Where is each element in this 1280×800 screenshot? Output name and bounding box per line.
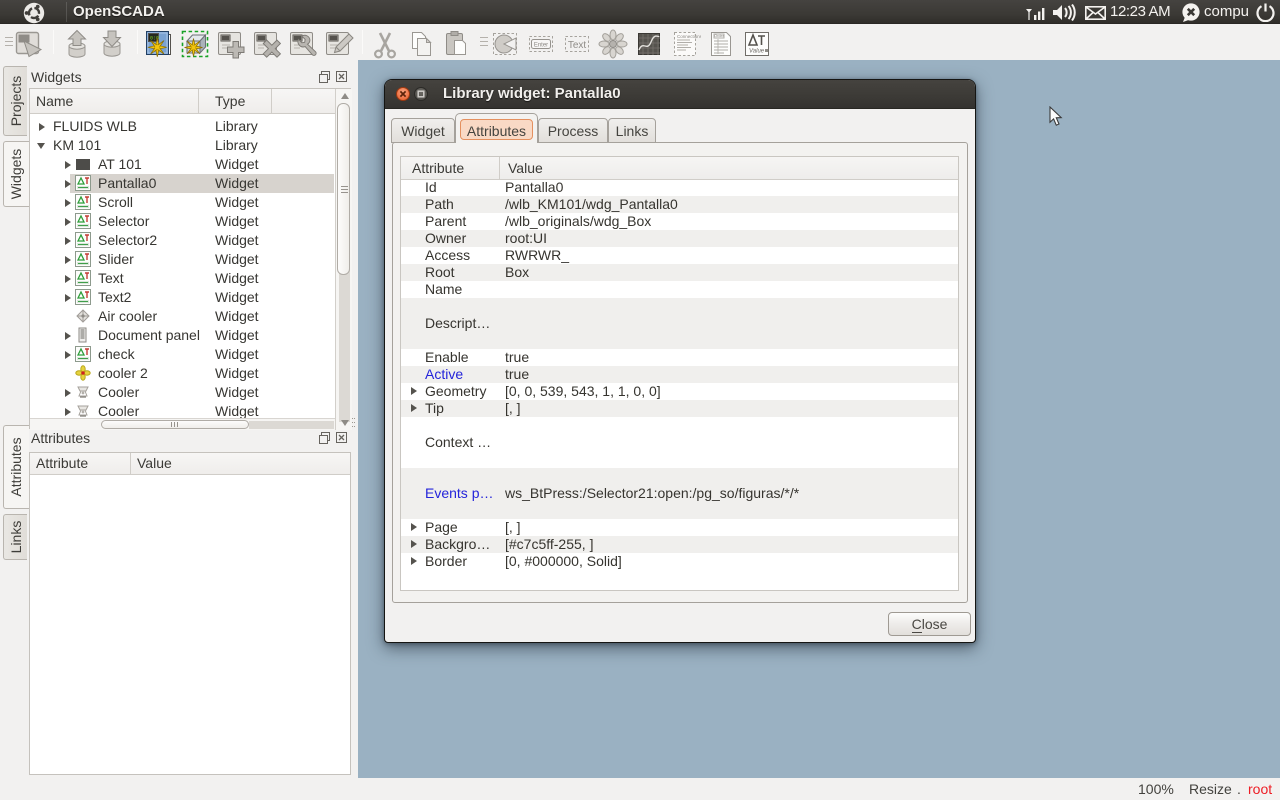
svg-text:Connections: Connections bbox=[677, 34, 701, 39]
svg-text:Order: Order bbox=[714, 34, 724, 38]
svg-text:Enter: Enter bbox=[534, 43, 548, 49]
svg-text:Value: Value bbox=[749, 49, 765, 55]
svg-text:Text: Text bbox=[568, 40, 587, 51]
